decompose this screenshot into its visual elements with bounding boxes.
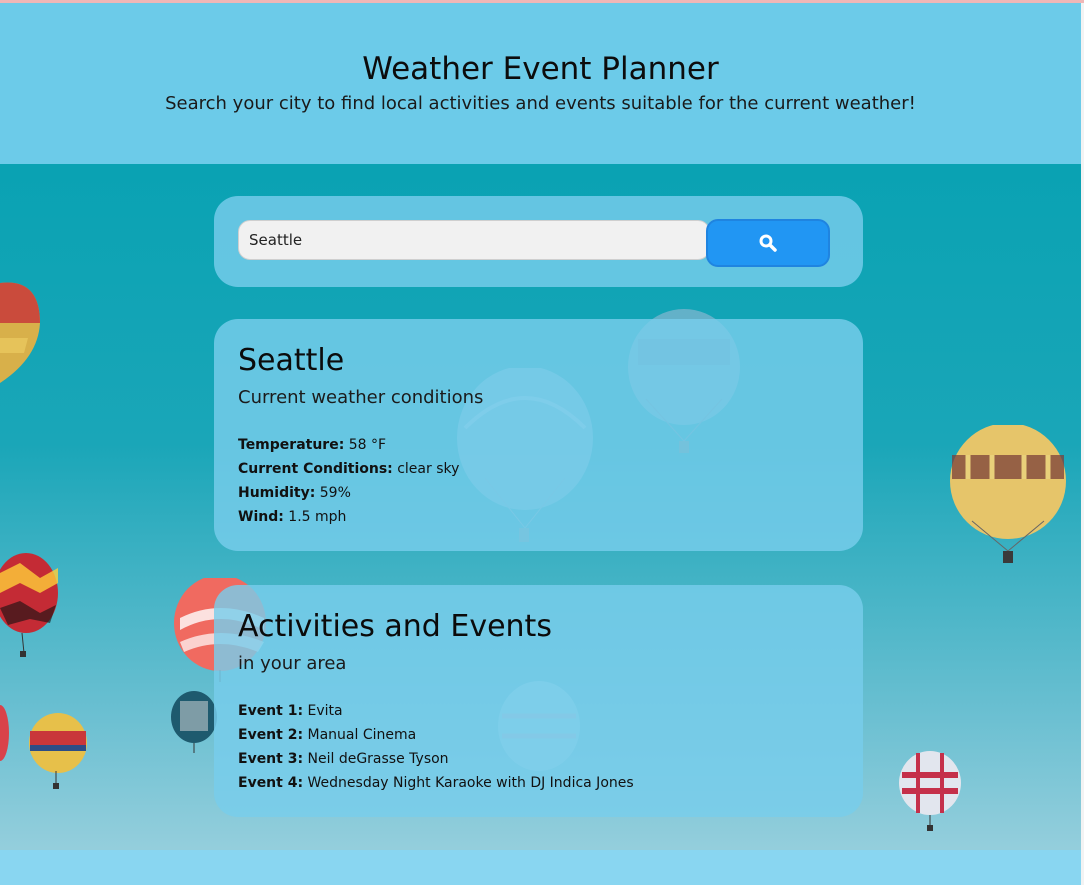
- search-icon: [759, 234, 777, 252]
- page-header: Weather Event Planner Search your city t…: [0, 3, 1081, 164]
- weather-details: Temperature: 58 °F Current Conditions: c…: [238, 433, 459, 529]
- weather-row-humidity: Humidity: 59%: [238, 485, 351, 501]
- balloon-image: [950, 425, 1066, 563]
- balloon-image: [0, 282, 40, 383]
- event-item: Event 3: Neil deGrasse Tyson: [238, 751, 449, 767]
- balloon-image: [899, 751, 961, 831]
- search-card: [214, 196, 863, 287]
- page-background: Weather Event Planner Search your city t…: [0, 3, 1081, 885]
- event-item: Event 2: Manual Cinema: [238, 727, 417, 743]
- events-card: Activities and Events in your area Event…: [214, 585, 863, 817]
- weather-row-wind: Wind: 1.5 mph: [238, 509, 347, 525]
- event-item: Event 4: Wednesday Night Karaoke with DJ…: [238, 775, 634, 791]
- page-subtitle: Search your city to find local activitie…: [165, 93, 916, 114]
- events-list: Event 1: Evita Event 2: Manual Cinema Ev…: [238, 699, 634, 795]
- weather-card: Seattle Current weather conditions Tempe…: [214, 319, 863, 551]
- balloon-image: [29, 713, 87, 789]
- page-title: Weather Event Planner: [362, 51, 719, 87]
- events-subtitle: in your area: [238, 653, 347, 674]
- search-button[interactable]: [706, 219, 830, 267]
- event-item: Event 1: Evita: [238, 703, 343, 719]
- balloon-image: [0, 705, 9, 761]
- city-name: Seattle: [238, 343, 345, 378]
- weather-subtitle: Current weather conditions: [238, 387, 484, 408]
- city-search-input[interactable]: [238, 220, 710, 260]
- balloon-image: [0, 553, 58, 657]
- events-title: Activities and Events: [238, 609, 552, 644]
- weather-row-temperature: Temperature: 58 °F: [238, 437, 387, 453]
- weather-row-conditions: Current Conditions: clear sky: [238, 461, 460, 477]
- page-footer: [0, 850, 1081, 885]
